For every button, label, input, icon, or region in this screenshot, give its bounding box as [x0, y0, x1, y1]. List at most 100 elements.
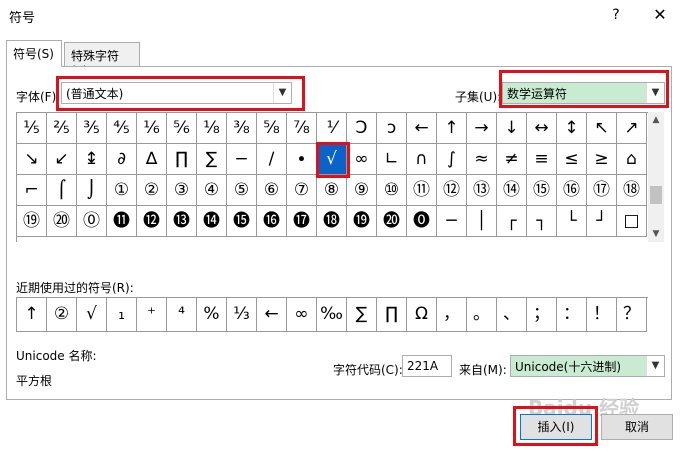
symbol-cell[interactable]: │ [467, 206, 497, 237]
symbol-cell[interactable]: ⑪ [407, 175, 437, 206]
symbol-cell[interactable]: ↑ [437, 113, 467, 144]
help-button[interactable]: ? [606, 5, 626, 25]
recent-symbol-cell[interactable]: ₁ [107, 298, 137, 332]
recent-symbol-cell[interactable]: Ω [407, 298, 437, 332]
symbol-cell[interactable]: ② [137, 175, 167, 206]
symbol-cell[interactable]: ≡ [527, 144, 557, 175]
symbol-cell[interactable]: ⑭ [497, 175, 527, 206]
symbol-cell[interactable]: ⅝ [257, 113, 287, 144]
symbol-cell[interactable]: ↖ [587, 113, 617, 144]
recent-symbol-cell[interactable]: ∑ [347, 298, 377, 332]
recent-symbol-cell[interactable]: ← [257, 298, 287, 332]
symbol-cell[interactable]: ⓭ [167, 206, 197, 237]
symbol-cell[interactable]: ↗ [617, 113, 647, 144]
symbol-cell[interactable]: ≠ [497, 144, 527, 175]
symbol-cell[interactable]: ⑰ [587, 175, 617, 206]
recent-symbol-cell[interactable]: 、 [497, 298, 527, 332]
symbol-cell[interactable]: ③ [167, 175, 197, 206]
cancel-button[interactable]: 取消 [601, 414, 673, 440]
symbol-cell[interactable]: ⓰ [257, 206, 287, 237]
symbol-cell[interactable]: ④ [197, 175, 227, 206]
symbol-cell[interactable]: ⅜ [227, 113, 257, 144]
font-select[interactable]: (普通文本) ▼ [61, 82, 292, 104]
symbol-cell[interactable]: ⑬ [467, 175, 497, 206]
symbol-cell[interactable]: ⅞ [287, 113, 317, 144]
symbol-cell[interactable]: ∙ [287, 144, 317, 175]
recent-symbol-cell[interactable]: ∏ [377, 298, 407, 332]
scrollbar-thumb[interactable] [650, 186, 662, 204]
chevron-down-icon[interactable]: ▼ [646, 356, 664, 376]
symbol-cell[interactable]: ⑱ [617, 175, 647, 206]
symbol-cell[interactable]: ⑩ [377, 175, 407, 206]
tab-special-characters[interactable]: 特殊字符(P) [64, 42, 140, 78]
symbol-cell[interactable]: ⑳ [47, 206, 77, 237]
symbol-cell[interactable]: ∕ [257, 144, 287, 175]
tab-symbols[interactable]: 符号(S) [6, 40, 62, 67]
symbol-cell[interactable]: ⓯ [227, 206, 257, 237]
symbol-cell[interactable]: ┘ [587, 206, 617, 237]
symbol-cell[interactable]: ⓪ [77, 206, 107, 237]
subset-select[interactable]: 数学运算符 ▼ [502, 82, 665, 104]
symbol-cell[interactable]: ∏ [167, 144, 197, 175]
recent-symbol-cell[interactable]: ： [557, 298, 587, 332]
symbol-cell[interactable]: ─ [437, 206, 467, 237]
symbol-cell[interactable]: ⅙ [137, 113, 167, 144]
recent-symbol-cell[interactable]: ？ [617, 298, 647, 332]
symbol-cell[interactable]: ↄ [377, 113, 407, 144]
symbol-cell[interactable]: ⓬ [137, 206, 167, 237]
from-select[interactable]: Unicode(十六进制) ▼ [510, 355, 665, 377]
recent-symbol-cell[interactable]: ； [527, 298, 557, 332]
symbol-grid-scrollbar[interactable]: ▲ ▼ [648, 112, 664, 242]
recent-symbol-cell[interactable]: √ [77, 298, 107, 332]
symbol-cell[interactable]: ∩ [407, 144, 437, 175]
insert-button[interactable]: 插入(I) [520, 414, 592, 440]
recent-symbol-cell[interactable]: ∞ [287, 298, 317, 332]
scroll-up-icon[interactable]: ▲ [648, 112, 664, 128]
recent-symbol-cell[interactable]: ② [47, 298, 77, 332]
symbol-cell[interactable]: ← [407, 113, 437, 144]
symbol-cell[interactable]: ⅗ [77, 113, 107, 144]
symbol-cell[interactable]: ⅕ [17, 113, 47, 144]
symbol-cell[interactable]: ↙ [47, 144, 77, 175]
symbol-cell[interactable]: Ↄ [347, 113, 377, 144]
recent-symbol-cell[interactable]: ！ [587, 298, 617, 332]
symbol-cell[interactable]: ↨ [77, 144, 107, 175]
close-button[interactable]: ✕ [648, 4, 672, 26]
symbol-cell[interactable]: ┌ [497, 206, 527, 237]
symbol-cell[interactable]: ⅖ [47, 113, 77, 144]
symbol-cell[interactable]: ⓫ [107, 206, 137, 237]
symbol-cell[interactable]: ⓴ [377, 206, 407, 237]
symbol-cell[interactable]: ∟ [377, 144, 407, 175]
symbol-cell[interactable]: ⑦ [287, 175, 317, 206]
recent-symbol-cell[interactable]: ‰ [317, 298, 347, 332]
symbol-cell[interactable]: ⌡ [77, 175, 107, 206]
recent-symbol-cell[interactable]: ， [437, 298, 467, 332]
symbol-cell[interactable]: ⌂ [617, 144, 647, 175]
recent-symbol-cell[interactable]: ⁺ [137, 298, 167, 332]
symbol-cell[interactable]: ⅟ [317, 113, 347, 144]
symbol-cell[interactable]: ⌠ [47, 175, 77, 206]
symbol-cell[interactable]: ┐ [527, 206, 557, 237]
symbol-cell[interactable]: ⑧ [317, 175, 347, 206]
symbol-cell[interactable]: ⓿ [407, 206, 437, 237]
symbol-cell[interactable]: ⅛ [197, 113, 227, 144]
recent-symbol-cell[interactable]: ⅓ [227, 298, 257, 332]
recent-symbol-cell[interactable]: ⁴ [167, 298, 197, 332]
symbol-cell[interactable]: ⓮ [197, 206, 227, 237]
symbol-cell[interactable]: ⓱ [287, 206, 317, 237]
symbol-cell[interactable]: ① [107, 175, 137, 206]
symbol-cell[interactable]: ∑ [197, 144, 227, 175]
symbol-cell[interactable]: √ [317, 144, 347, 175]
char-code-input[interactable]: 221A [402, 355, 452, 377]
symbol-cell[interactable]: ∂ [107, 144, 137, 175]
symbol-cell[interactable]: ⑫ [437, 175, 467, 206]
symbol-cell[interactable]: ⑨ [347, 175, 377, 206]
symbol-cell[interactable]: ⓳ [347, 206, 377, 237]
symbol-cell[interactable]: ∫ [437, 144, 467, 175]
symbol-cell[interactable]: ⅚ [167, 113, 197, 144]
symbol-cell[interactable]: ≥ [587, 144, 617, 175]
symbol-cell[interactable]: □ [617, 206, 647, 237]
scroll-down-icon[interactable]: ▼ [648, 226, 664, 242]
symbol-cell[interactable]: ≤ [557, 144, 587, 175]
chevron-down-icon[interactable]: ▼ [273, 83, 291, 103]
